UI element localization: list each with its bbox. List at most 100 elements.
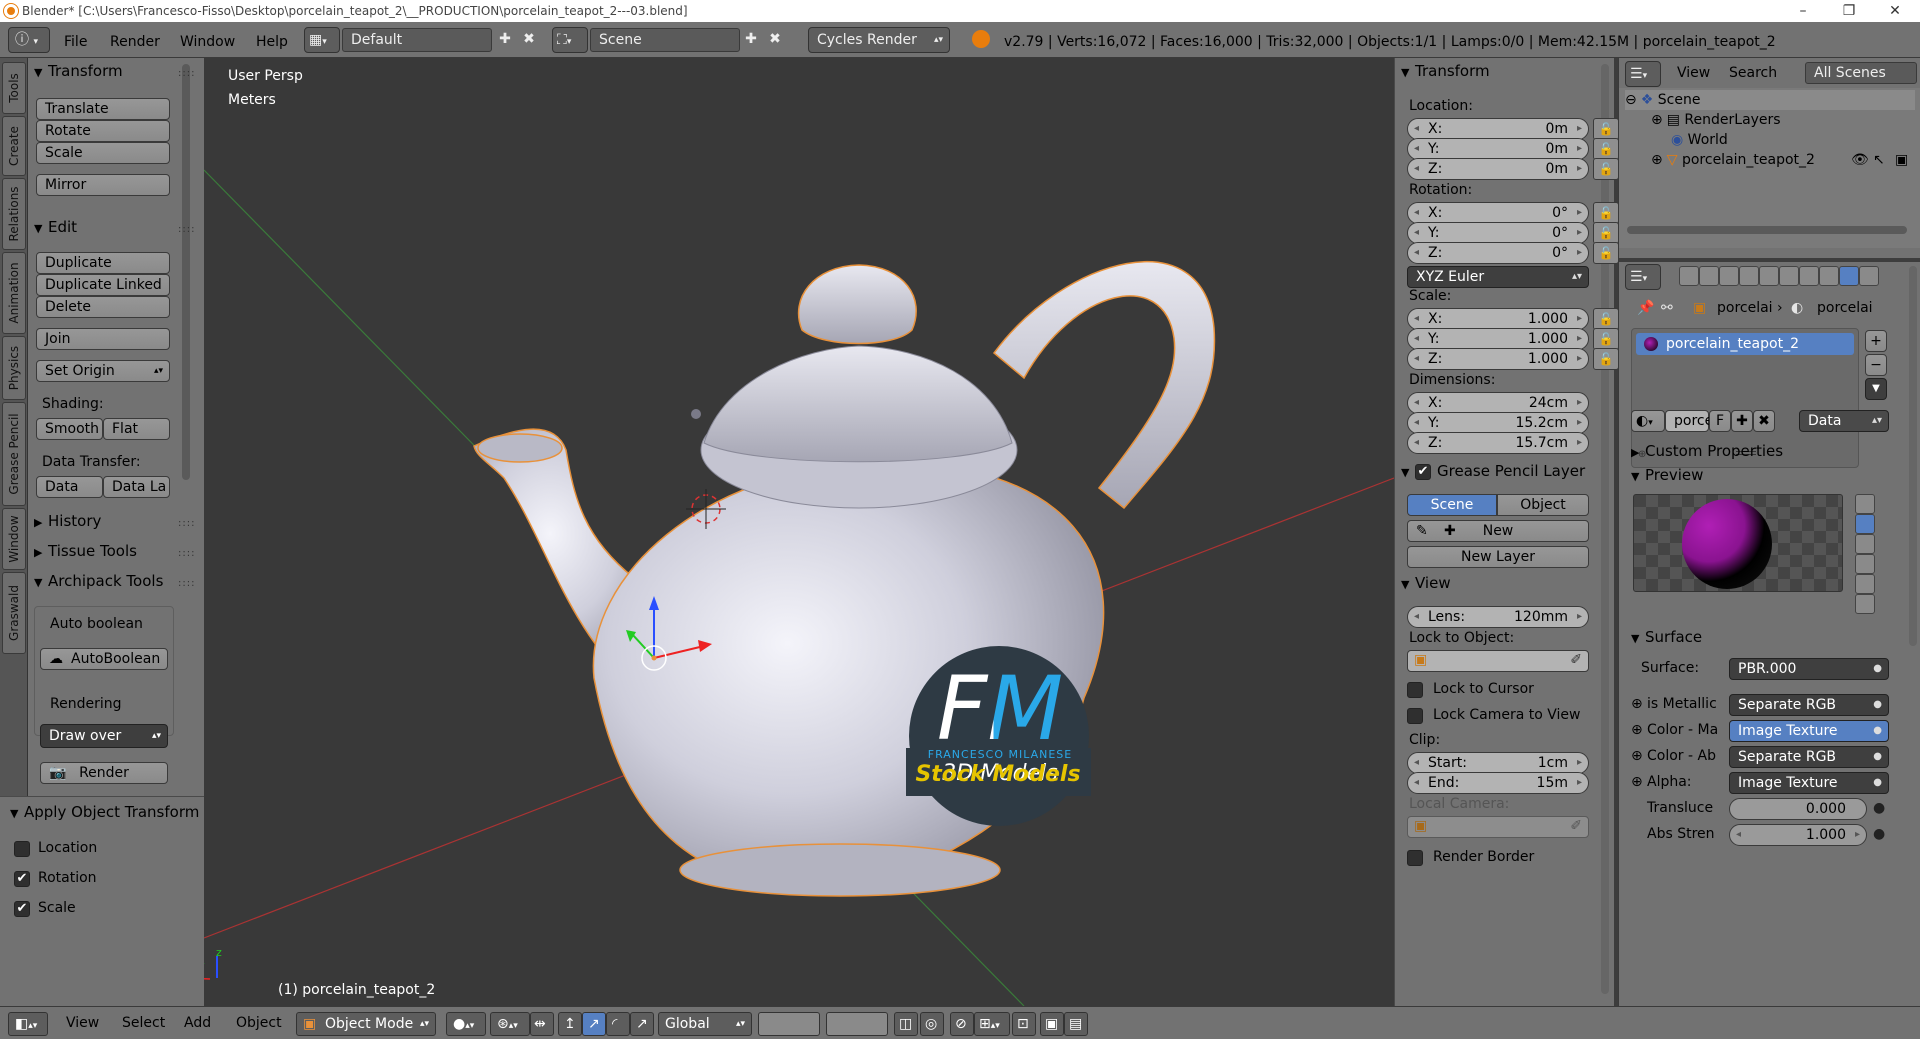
duplicate-linked-button[interactable]: Duplicate Linked	[36, 274, 170, 296]
duplicate-button[interactable]: Duplicate	[36, 252, 170, 274]
menu-add[interactable]: Add	[184, 1007, 211, 1039]
input-expand-icon[interactable]: ⊕	[1631, 774, 1643, 790]
render-engine-select[interactable]: Cycles Render ▴▾	[808, 27, 950, 53]
panel-edit-header[interactable]: ▼ Edit	[34, 216, 77, 238]
preview-sphere-icon[interactable]	[1855, 514, 1875, 534]
lens-field[interactable]: ◂ Lens: 120mm ▸	[1407, 606, 1589, 628]
menu-help[interactable]: Help	[256, 22, 288, 58]
outliner-editor-type-button[interactable]: ☰▾	[1625, 61, 1661, 87]
screen-layout-field[interactable]: Default	[342, 28, 492, 52]
editor-type-3dview-button[interactable]: ◧▴▾	[8, 1012, 48, 1036]
dimension-x-field[interactable]: ◂ X: 24cm ▸	[1407, 392, 1589, 414]
gp-new-button[interactable]: ✎ ✚ New	[1407, 520, 1589, 542]
lock-scale-x-icon[interactable]: 🔓	[1593, 308, 1619, 330]
view-panel-header[interactable]: ▼ View	[1401, 572, 1451, 594]
viewport-shading-select[interactable]: ●▴▾	[446, 1012, 486, 1036]
properties-scrollbar[interactable]	[1909, 266, 1917, 646]
rotation-checkbox[interactable]: ✔	[14, 871, 30, 887]
draw-over-select[interactable]: Draw over ▴▾	[40, 724, 168, 748]
scene-tab-icon[interactable]	[1719, 266, 1739, 286]
constraints-tab-icon[interactable]	[1779, 266, 1799, 286]
scene-layers-row1[interactable]	[758, 1012, 820, 1036]
drag-grip-icon[interactable]: ::::	[178, 549, 194, 559]
scale-x-field[interactable]: ◂ X: 1.000 ▸	[1407, 308, 1589, 330]
location-y-field[interactable]: ◂ Y: 0m ▸	[1407, 138, 1589, 160]
clip-end-field[interactable]: ◂ End: 15m ▸	[1407, 772, 1589, 794]
material-name-field[interactable]: porce	[1665, 410, 1713, 432]
lock-scale-y-icon[interactable]: 🔓	[1593, 328, 1619, 350]
outliner-item-scene[interactable]: ⊖ ❖ Scene	[1625, 90, 1915, 110]
material-link-select[interactable]: Data ▴▾	[1799, 410, 1889, 432]
preview-hair-icon[interactable]	[1855, 574, 1875, 594]
breadcrumb-object[interactable]: porcelai	[1717, 300, 1773, 316]
mirror-button[interactable]: Mirror	[36, 174, 170, 196]
render-button[interactable]: 📷 Render	[40, 762, 168, 784]
visibility-eye-icon[interactable]: 👁	[1851, 150, 1869, 170]
data-layout-button[interactable]: Data La	[103, 476, 170, 498]
rotation-x-field[interactable]: ◂ X: 0° ▸	[1407, 202, 1589, 224]
tab-relations[interactable]: Relations	[2, 178, 26, 250]
lock-rotation-z-icon[interactable]: 🔓	[1593, 242, 1619, 264]
lock-to-cursor-checkbox[interactable]	[1407, 682, 1423, 698]
scene-icon-button[interactable]: ⛶▾	[552, 27, 588, 53]
renderlayers-tab-icon[interactable]	[1699, 266, 1719, 286]
rotate-manipulator-icon[interactable]: ↗	[582, 1012, 606, 1036]
rotation-y-field[interactable]: ◂ Y: 0° ▸	[1407, 222, 1589, 244]
shade-flat-button[interactable]: Flat	[103, 418, 170, 440]
gp-scene-toggle[interactable]: Scene	[1407, 494, 1497, 516]
input-translucency-field[interactable]: 0.000	[1729, 798, 1867, 820]
manipulator-toggle-icon[interactable]: ⇹	[530, 1012, 554, 1036]
scale-manipulator-icon[interactable]: ◜	[606, 1012, 630, 1036]
scale-z-field[interactable]: ◂ Z: 1.000 ▸	[1407, 348, 1589, 370]
gp-object-toggle[interactable]: Object	[1497, 494, 1589, 516]
remove-scene-icon[interactable]: ✖	[766, 30, 784, 48]
breadcrumb-material[interactable]: porcelai	[1817, 300, 1873, 316]
maximize-icon[interactable]: ❐	[1826, 0, 1872, 22]
scale-checkbox[interactable]: ✔	[14, 901, 30, 917]
gp-new-layer-button[interactable]: New Layer	[1407, 546, 1589, 568]
outliner-item-renderlayers[interactable]: ⊕ ▤ RenderLayers	[1651, 110, 1781, 130]
n-transform-header[interactable]: ▼ Transform	[1401, 60, 1490, 82]
dimension-z-field[interactable]: ◂ Z: 15.7cm ▸	[1407, 432, 1589, 454]
outliner-item-teapot[interactable]: ⊕ ▽ porcelain_teapot_2 👁 ↖ ▣	[1651, 150, 1915, 170]
pivot-point-select[interactable]: ⊛▴▾	[490, 1012, 530, 1036]
shade-smooth-button[interactable]: Smooth	[36, 418, 103, 440]
menu-file[interactable]: File	[64, 22, 87, 58]
input-metallic-link[interactable]: Separate RGB ●	[1729, 694, 1889, 716]
autoboolean-button[interactable]: ☁ AutoBoolean	[40, 648, 168, 670]
material-tab-icon[interactable]	[1839, 266, 1859, 286]
drag-grip-icon[interactable]: ::::	[178, 579, 194, 589]
3d-viewport[interactable]: User Persp Meters z (1) porcelain_teapot…	[204, 58, 1394, 1006]
minimize-icon[interactable]: –	[1780, 0, 1826, 22]
select-arrow-icon[interactable]: ↖	[1873, 150, 1885, 170]
unlink-material-icon[interactable]: ✖	[1753, 410, 1775, 432]
tab-animation[interactable]: Animation	[2, 252, 26, 334]
input-expand-icon[interactable]: ⊕	[1631, 696, 1643, 712]
render-tab-icon[interactable]	[1679, 266, 1699, 286]
menu-view[interactable]: View	[66, 1007, 99, 1039]
scale-button[interactable]: Scale	[36, 142, 170, 164]
modifiers-tab-icon[interactable]	[1799, 266, 1819, 286]
grease-pencil-checkbox[interactable]: ✔	[1415, 463, 1431, 480]
menu-select[interactable]: Select	[122, 1007, 165, 1039]
remove-material-slot-icon[interactable]: −	[1865, 354, 1887, 376]
preview-world-icon[interactable]	[1855, 594, 1875, 614]
drag-grip-icon[interactable]: ::::	[178, 519, 194, 529]
snap-toggle-icon[interactable]: ⊘	[950, 1012, 974, 1036]
location-z-field[interactable]: ◂ Z: 0m ▸	[1407, 158, 1589, 180]
lock-location-x-icon[interactable]: 🔓	[1593, 118, 1619, 140]
translate-manipulator-icon[interactable]: ↥	[558, 1012, 582, 1036]
texture-tab-icon[interactable]	[1859, 266, 1879, 286]
opengl-animation-icon[interactable]: ▤	[1064, 1012, 1088, 1036]
render-border-checkbox[interactable]	[1407, 850, 1423, 866]
data-tab-icon[interactable]	[1819, 266, 1839, 286]
snap-element-select[interactable]: ⊞▴▾	[974, 1012, 1010, 1036]
custom-properties-header[interactable]: ▶ Custom Properties	[1631, 440, 1783, 462]
input-color-ab-link[interactable]: Separate RGB ●	[1729, 746, 1889, 768]
properties-editor-type-button[interactable]: ☰▾	[1625, 264, 1661, 290]
apply-object-transform-header[interactable]: ▼ Apply Object Transform	[10, 801, 199, 823]
material-browse-button[interactable]: ◐▾	[1631, 410, 1665, 432]
lock-scale-z-icon[interactable]: 🔓	[1593, 348, 1619, 370]
tab-create[interactable]: Create	[2, 116, 26, 176]
tool-shelf-scrollbar[interactable]	[182, 64, 190, 480]
